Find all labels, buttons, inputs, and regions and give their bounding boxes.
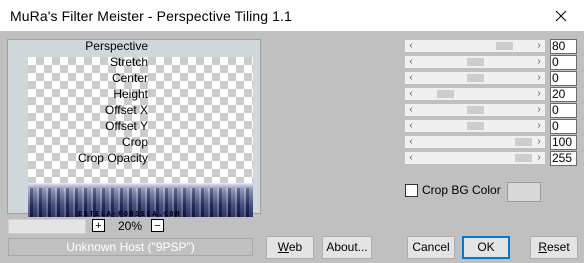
- offset-x-slider[interactable]: ‹ ›: [405, 104, 545, 116]
- close-icon: [555, 10, 567, 21]
- height-label: Height: [113, 87, 148, 101]
- zoom-field: [8, 219, 86, 234]
- offset-y-label: Offset Y: [105, 119, 148, 133]
- reset-mnemonic: R: [538, 240, 547, 254]
- close-button[interactable]: [538, 0, 584, 31]
- host-status: Unknown Host ("9PSP"): [8, 238, 253, 256]
- center-slider-thumb[interactable]: [467, 74, 484, 82]
- zoom-level: 20%: [118, 219, 143, 233]
- slider-left-arrow-icon[interactable]: ‹: [405, 136, 417, 148]
- height-slider[interactable]: ‹ ›: [405, 88, 545, 100]
- slider-right-arrow-icon[interactable]: ›: [533, 56, 545, 68]
- offset-y-slider-thumb[interactable]: [467, 122, 484, 130]
- slider-left-arrow-icon[interactable]: ‹: [405, 120, 417, 132]
- slider-right-arrow-icon[interactable]: ›: [533, 152, 545, 164]
- perspective-label: Perspective: [85, 39, 148, 53]
- filter-dialog-window: MuRa's Filter Meister - Perspective Tili…: [0, 0, 584, 263]
- slider-left-arrow-icon[interactable]: ‹: [405, 56, 417, 68]
- height-value-input[interactable]: 20: [550, 87, 577, 102]
- slider-right-arrow-icon[interactable]: ›: [533, 88, 545, 100]
- crop-value-input[interactable]: 100: [550, 135, 577, 150]
- slider-right-arrow-icon[interactable]: ›: [533, 40, 545, 52]
- perspective-slider[interactable]: ‹ ›: [405, 40, 545, 52]
- reset-label-rest: eset: [546, 240, 570, 254]
- slider-right-arrow-icon[interactable]: ›: [533, 72, 545, 84]
- web-label-rest: eb: [288, 240, 303, 254]
- perspective-value-input[interactable]: 80: [550, 39, 577, 54]
- web-button[interactable]: Web: [266, 236, 314, 259]
- crop-opacity-slider[interactable]: ‹ ›: [405, 152, 545, 164]
- slider-left-arrow-icon[interactable]: ‹: [405, 72, 417, 84]
- crop-slider-thumb[interactable]: [515, 138, 532, 146]
- slider-left-arrow-icon[interactable]: ‹: [405, 88, 417, 100]
- center-label: Center: [111, 71, 148, 85]
- crop-opacity-value-input[interactable]: 255: [550, 151, 577, 166]
- stretch-slider[interactable]: ‹ ›: [405, 56, 545, 68]
- slider-right-arrow-icon[interactable]: ›: [533, 104, 545, 116]
- offset-y-value-input[interactable]: 0: [550, 119, 577, 134]
- title-bar[interactable]: MuRa's Filter Meister - Perspective Tili…: [0, 0, 584, 32]
- center-slider[interactable]: ‹ ›: [405, 72, 545, 84]
- crop-bg-color-label[interactable]: Crop BG Color: [422, 183, 501, 197]
- reset-button[interactable]: Reset: [530, 236, 578, 259]
- crop-slider[interactable]: ‹ ›: [405, 136, 545, 148]
- height-slider-thumb[interactable]: [437, 90, 454, 98]
- offset-x-value-input[interactable]: 0: [550, 103, 577, 118]
- crop-bg-color-swatch[interactable]: [507, 182, 541, 202]
- stretch-value-input[interactable]: 0: [550, 55, 577, 70]
- slider-right-arrow-icon[interactable]: ›: [533, 120, 545, 132]
- window-title: MuRa's Filter Meister - Perspective Tili…: [10, 8, 292, 24]
- offset-y-slider[interactable]: ‹ ›: [405, 120, 545, 132]
- crop-opacity-slider-thumb[interactable]: [515, 154, 532, 162]
- center-value-input[interactable]: 0: [550, 71, 577, 86]
- stretch-slider-thumb[interactable]: [467, 58, 484, 66]
- slider-left-arrow-icon[interactable]: ‹: [405, 152, 417, 164]
- slider-right-arrow-icon[interactable]: ›: [533, 136, 545, 148]
- about-button[interactable]: About...: [322, 236, 372, 259]
- ok-button[interactable]: OK: [462, 236, 510, 259]
- dialog-body: ESTELA·FONSECA.COM + 20% − Unknown Host …: [0, 31, 584, 263]
- crop-bg-color-checkbox[interactable]: [405, 184, 418, 197]
- watermark-text: ESTELA·FONSECA.COM: [78, 210, 181, 218]
- crop-opacity-label: Crop Opacity: [77, 151, 148, 165]
- zoom-out-button[interactable]: −: [151, 219, 164, 232]
- web-mnemonic: W: [277, 240, 289, 254]
- slider-left-arrow-icon[interactable]: ‹: [405, 40, 417, 52]
- cancel-button[interactable]: Cancel: [407, 236, 455, 259]
- slider-left-arrow-icon[interactable]: ‹: [405, 104, 417, 116]
- offset-x-slider-thumb[interactable]: [467, 106, 484, 114]
- offset-x-label: Offset X: [104, 103, 148, 117]
- perspective-slider-thumb[interactable]: [496, 42, 513, 50]
- stretch-label: Stretch: [109, 55, 148, 69]
- zoom-in-button[interactable]: +: [92, 219, 105, 232]
- crop-label: Crop: [121, 135, 148, 149]
